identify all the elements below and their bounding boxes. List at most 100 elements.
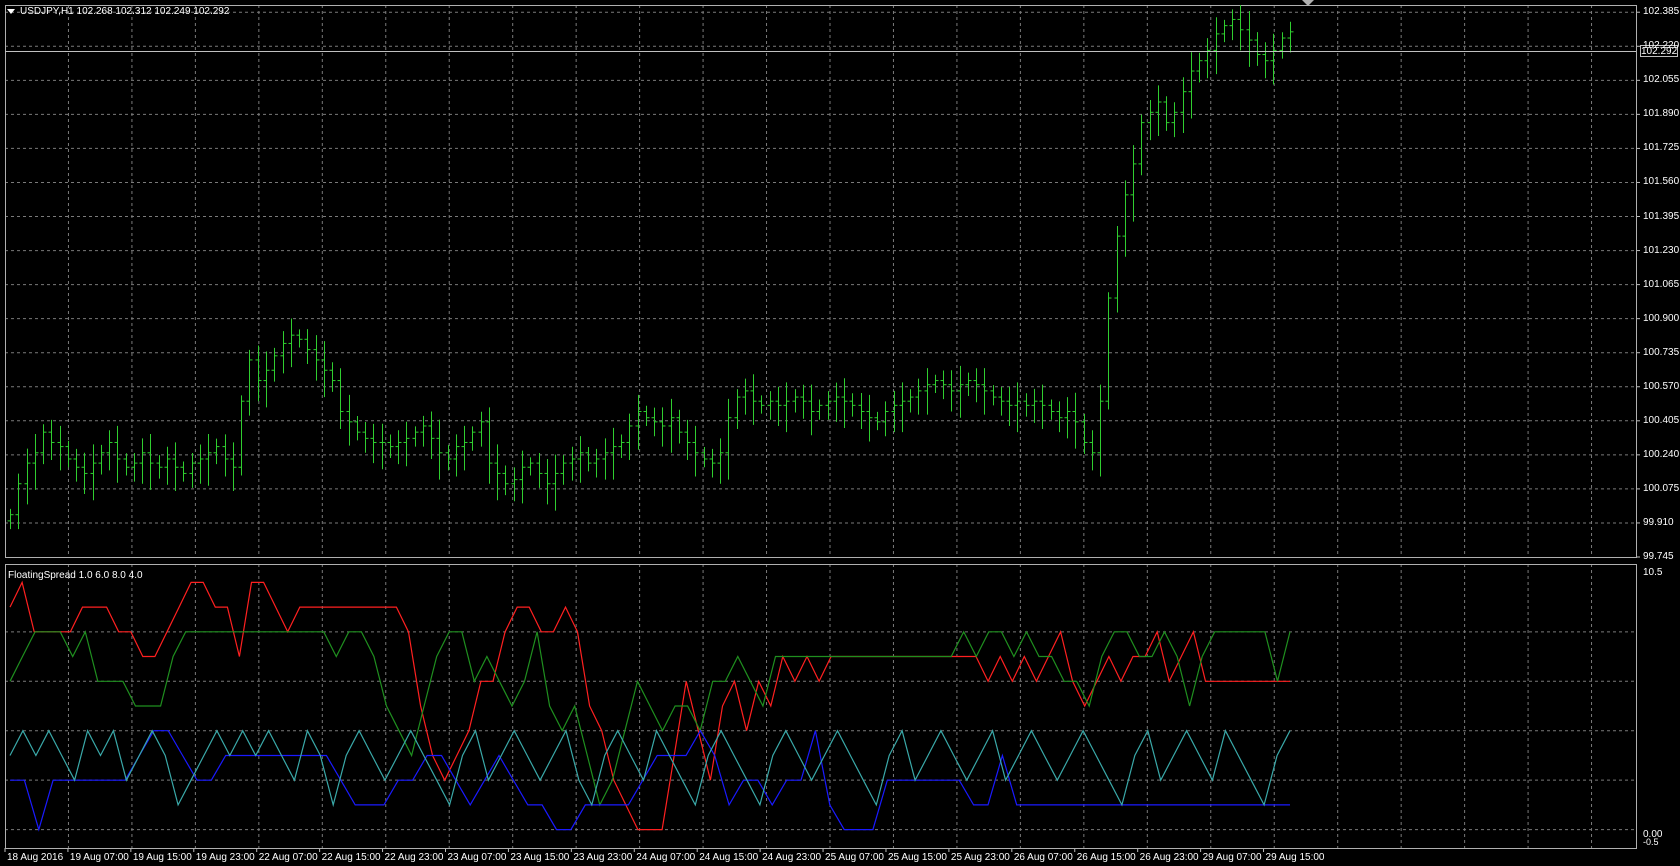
ohlc-bar: [1180, 77, 1187, 133]
time-label: 19 Aug 07:00: [69, 852, 129, 863]
ohlc-bar: [709, 448, 716, 478]
ohlc-bar: [288, 318, 295, 368]
ohlc-bar: [412, 426, 419, 447]
ohlc-bar: [767, 391, 774, 420]
ohlc-bar: [246, 349, 253, 416]
ohlc-bar: [932, 374, 939, 393]
ohlc-bar: [816, 399, 823, 420]
ohlc-bar: [676, 409, 683, 444]
price-label: 101.560: [1643, 176, 1680, 188]
ohlc-bar: [907, 389, 914, 413]
ohlc-bar: [469, 426, 476, 451]
ohlc-bar: [57, 425, 64, 471]
ohlc-bar: [1089, 430, 1096, 471]
ohlc-bar: [7, 508, 14, 530]
ohlc-bar: [453, 434, 460, 477]
ohlc-bar: [1064, 397, 1071, 439]
ohlc-bar: [659, 407, 666, 447]
ohlc-bar: [1130, 145, 1137, 222]
price-label: 100.900: [1643, 312, 1680, 324]
pane-frames: [5, 5, 1637, 849]
time-label: 24 Aug 07:00: [636, 852, 696, 863]
ohlc-bar: [990, 385, 997, 406]
ohlc-bar: [114, 425, 121, 483]
time-label: 25 Aug 23:00: [950, 852, 1010, 863]
ohlc-bar: [527, 457, 534, 476]
ohlc-bar: [899, 382, 906, 433]
ohlc-bar: [1147, 100, 1154, 141]
ohlc-bar: [1155, 85, 1162, 137]
time-label: 18 Aug 2016: [7, 852, 64, 863]
ohlc-bar: [742, 378, 749, 415]
ohlc-bar: [461, 425, 468, 471]
ohlc-bar: [668, 398, 675, 453]
ohlc-bar: [222, 434, 229, 477]
ohlc-bar: [783, 382, 790, 433]
indicator-pane-title: FloatingSpread 1.0 6.0 8.0 4.0: [8, 570, 143, 581]
price-label: 100.075: [1643, 482, 1680, 494]
time-label: 26 Aug 15:00: [1076, 852, 1136, 863]
ohlc-bar: [1114, 226, 1121, 313]
green-series-line: [9, 630, 1291, 807]
ohlc-bar: [403, 421, 410, 467]
ohlc-bar: [1039, 384, 1046, 430]
ohlc-bar: [536, 452, 543, 488]
ohlc-bar: [1229, 9, 1236, 41]
ohlc-bar: [1213, 17, 1220, 75]
ohlc-bar: [1048, 399, 1055, 420]
chart-shift-marker[interactable]: [1302, 0, 1314, 6]
price-label: 102.220: [1643, 40, 1680, 52]
time-label: 19 Aug 23:00: [195, 852, 255, 863]
indicator-grid: [4, 564, 1636, 852]
price-label: 101.230: [1643, 244, 1680, 256]
ohlc-bar: [478, 411, 485, 447]
ohlc-bar: [205, 434, 212, 486]
ohlc-bar: [362, 422, 369, 453]
ohlc-bar: [147, 434, 154, 490]
ohlc-bar: [1097, 384, 1104, 477]
price-label: 102.055: [1643, 74, 1680, 86]
ohlc-bar: [48, 419, 55, 461]
ohlc-bar: [164, 446, 171, 485]
ohlc-bar: [189, 452, 196, 488]
time-label: 23 Aug 07:00: [447, 852, 507, 863]
time-label: 22 Aug 07:00: [258, 852, 318, 863]
ohlc-bar: [585, 447, 592, 472]
price-label: 101.725: [1643, 142, 1680, 154]
ohlc-bar: [139, 438, 146, 484]
dropdown-triangle-icon[interactable]: [7, 9, 15, 14]
ohlc-bar: [825, 391, 832, 420]
ohlc-bar: [436, 419, 443, 480]
ohlc-bar: [263, 351, 270, 408]
ohlc-bar: [180, 461, 187, 482]
price-label: 100.735: [1643, 346, 1680, 358]
ohlc-bar: [313, 335, 320, 381]
price-label: 101.065: [1643, 278, 1680, 290]
ohlc-bar: [833, 382, 840, 422]
ohlc-bar: [502, 465, 509, 496]
chart-canvas[interactable]: [0, 0, 1680, 866]
ohlc-bar: [998, 386, 1005, 416]
ohlc-bar: [445, 444, 452, 471]
ohlc-bar: [1122, 180, 1129, 257]
ohlc-bar: [924, 368, 931, 415]
ohlc-bar: [1056, 401, 1063, 433]
ohlc-bar: [858, 393, 865, 430]
ohlc-bar: [519, 450, 526, 504]
ohlc-bar: [544, 458, 551, 505]
ohlc-bar: [1163, 96, 1170, 131]
ohlc-bar: [197, 444, 204, 484]
ohlc-bar: [337, 368, 344, 430]
ohlc-bar: [808, 384, 815, 436]
ohlc-bar: [957, 365, 964, 418]
ohlc-bar: [577, 436, 584, 483]
price-label: 99.910: [1643, 516, 1674, 528]
ohlc-bar: [73, 448, 80, 482]
ohlc-bar: [1023, 393, 1030, 417]
ohlc-bar: [1287, 21, 1294, 53]
ohlc-bar: [213, 438, 220, 465]
ohlc-bar: [370, 423, 377, 464]
indicator-lines: [9, 580, 1291, 832]
ohlc-bar: [635, 394, 642, 450]
ohlc-bar: [981, 368, 988, 415]
